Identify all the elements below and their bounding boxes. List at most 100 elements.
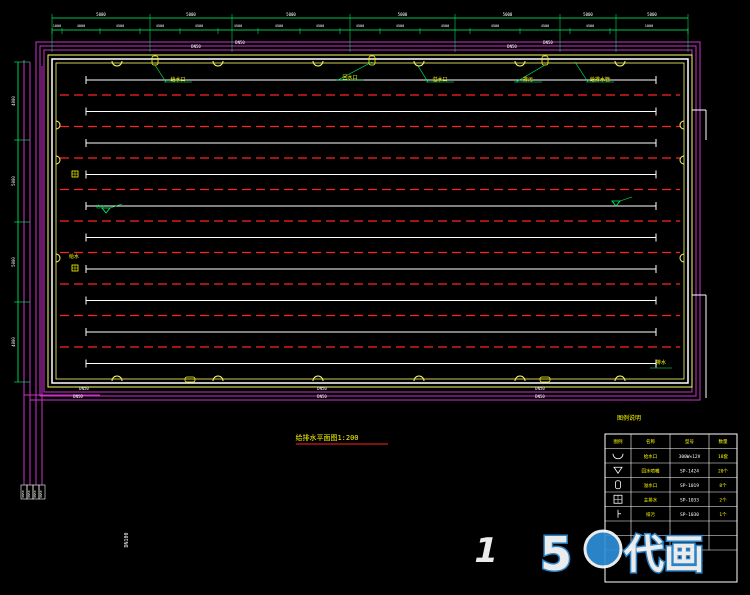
pipe-tag: DN50 <box>191 44 201 49</box>
legend-model: 300W×12V <box>679 454 701 460</box>
inlet-symbol <box>55 120 61 130</box>
legend-name: 排污 <box>646 511 655 518</box>
side-label: 给水 <box>96 203 104 209</box>
callout-label: 排污 <box>523 76 533 83</box>
legend-qty: 2个 <box>719 497 727 503</box>
legend-name: 回水喷嘴 <box>642 467 660 474</box>
inlet-symbol <box>413 60 425 67</box>
callout-label: 给水口 <box>170 76 185 83</box>
inlet-symbol <box>55 155 61 165</box>
legend-qty: 8个 <box>719 483 727 489</box>
legend-name: 主排水 <box>644 496 658 503</box>
pipe-tag: DN50 <box>317 394 327 399</box>
pipe-tag: DN50 <box>507 44 517 49</box>
callout-label: 溢水口 <box>432 76 447 83</box>
side-label: 给水 <box>69 253 79 260</box>
vertical-note: DN100 <box>124 532 130 547</box>
watermark-glyph: 1 <box>470 531 502 571</box>
return-nozzle-symbol <box>611 200 621 207</box>
pipe-tag: DN50 <box>73 394 83 399</box>
top-dimension-text: 5000 <box>503 12 513 17</box>
left-dimension-text: 5000 <box>11 257 16 267</box>
top-dimension-text: 5000 <box>398 12 408 17</box>
riser-label: DN50 <box>21 490 25 497</box>
overflow-symbol <box>368 55 376 66</box>
main-drain-symbol <box>71 170 79 178</box>
pipe-tag: DN50 <box>535 386 545 391</box>
legend-header: 名称 <box>646 438 655 445</box>
inlet-symbol <box>679 120 685 130</box>
inlet-symbol <box>212 375 224 382</box>
top-sub-dimension-text: 4500 <box>234 24 242 28</box>
inlet-symbol <box>312 60 324 67</box>
top-sub-dimension-text: 4000 <box>77 24 85 28</box>
leader-line <box>619 196 633 202</box>
pipe-network <box>23 41 701 485</box>
overflow-symbol <box>539 376 551 383</box>
top-sub-dimension-text: 4500 <box>116 24 124 28</box>
callout-label: 回水口 <box>342 74 357 81</box>
legend-qty: 1个 <box>719 512 727 518</box>
top-sub-dimension-text: 1000 <box>53 24 61 28</box>
top-dimension-text: 5000 <box>286 12 296 17</box>
right-label: 排水 <box>656 359 666 366</box>
legend-model: SP-1019 <box>680 483 699 489</box>
top-dimension-text: 5000 <box>186 12 196 17</box>
callout-leader <box>574 61 589 83</box>
inlet-symbol <box>312 375 324 382</box>
drawing-title: 给排水平面图1:200 <box>295 433 358 442</box>
top-sub-dimension-text: 4500 <box>441 24 449 28</box>
legend-header: 图例 <box>614 438 623 445</box>
top-sub-dimension-text: 4500 <box>275 24 283 28</box>
riser-label: DN50 <box>33 490 37 497</box>
callout-leader <box>154 64 167 83</box>
pool-plan-drawing: 5000 5000 5000 5000 5000 5000 5000 1000 4000 4500… <box>11 12 738 583</box>
legend-qty: 20个 <box>718 468 728 474</box>
left-dimension-text: 5000 <box>11 176 16 186</box>
inlet-symbol <box>514 375 526 382</box>
half-circle-icon <box>612 453 624 460</box>
top-dimension-text: 5000 <box>583 12 593 17</box>
top-sub-dimension-text: 4500 <box>316 24 324 28</box>
pipe-tag: DN50 <box>235 40 245 45</box>
callout-label: 给排水管 <box>590 76 610 83</box>
legend-title: 图例说明 <box>617 414 641 422</box>
overflow-symbol <box>184 376 196 383</box>
pipe-tag: DN50 <box>535 394 545 399</box>
inlet-symbol <box>614 375 626 382</box>
inlet-symbol <box>212 60 224 67</box>
riser-label: DN50 <box>27 490 31 497</box>
legend-qty: 18套 <box>718 453 728 460</box>
legend-name: 溢水口 <box>644 482 658 489</box>
legend-model: SP-1424 <box>680 468 699 474</box>
top-sub-dimension-text: 4500 <box>156 24 164 28</box>
top-dimension-text: 5000 <box>647 12 657 17</box>
left-dimension-text: 4000 <box>11 337 16 347</box>
watermark-number: 5 <box>540 527 572 581</box>
top-sub-dimension-text: 4500 <box>586 24 594 28</box>
top-sub-dimension-text: 4500 <box>396 24 404 28</box>
inlet-symbol <box>514 60 526 67</box>
pipe-tag: DN50 <box>317 386 327 391</box>
top-sub-dimension-text: 4500 <box>195 24 203 28</box>
inlet-symbol <box>413 375 425 382</box>
pipe-tag: DN50 <box>79 386 89 391</box>
top-sub-dimension-text: 4500 <box>491 24 499 28</box>
overflow-symbol <box>541 55 549 66</box>
riser-label: DN50 <box>39 490 43 497</box>
top-sub-dimension-text: 4500 <box>356 24 364 28</box>
legend-model: SP-1033 <box>680 497 699 503</box>
watermark-circle <box>583 529 623 569</box>
legend-model: SP-1030 <box>680 512 699 518</box>
top-dimension-text: 5000 <box>96 12 106 17</box>
inlet-symbol <box>111 375 123 382</box>
watermark-text: 代画 <box>623 532 704 578</box>
inlet-symbol <box>679 253 685 263</box>
inlet-symbol <box>55 253 61 263</box>
left-dimension-text: 4000 <box>11 96 16 106</box>
main-drain-symbol <box>71 264 79 272</box>
inlet-symbol <box>614 60 626 67</box>
capsule-icon <box>615 480 621 490</box>
legend-header: 数量 <box>719 438 728 445</box>
inlet-symbol <box>111 60 123 67</box>
